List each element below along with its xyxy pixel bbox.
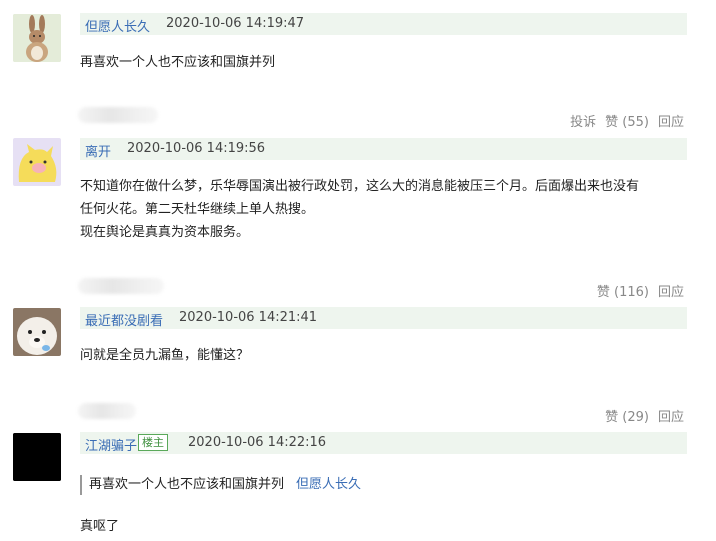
comment-time: 2020-10-06 14:19:56 (127, 141, 266, 156)
avatar[interactable] (13, 138, 61, 186)
username-link[interactable]: 江湖骗子 (85, 435, 137, 454)
blurred-user (78, 403, 136, 419)
comment-header: 但愿人长久 2020-10-06 14:19:47 (80, 13, 687, 35)
comment-text-line: 现在舆论是真真为资本服务。 (80, 225, 250, 240)
like-button[interactable]: 赞 (55) (605, 115, 649, 130)
avatar[interactable] (13, 14, 61, 62)
avatar[interactable] (13, 308, 61, 356)
like-button[interactable]: 赞 (29) (605, 410, 649, 425)
comment-text: 不知道你在做什么梦，乐华辱国演出被行政处罚，这么大的消息能被压三个月。后面爆出来… (80, 175, 690, 244)
comment-text: 问就是全员九漏鱼，能懂这？ (80, 348, 250, 363)
blurred-user (78, 278, 164, 294)
comment-header: 最近都没剧看 2020-10-06 14:21:41 (80, 307, 687, 329)
comment-text-line: 不知道你在做什么梦，乐华辱国演出被行政处罚，这么大的消息能被压三个月。后面爆出来… (80, 179, 640, 194)
username-link[interactable]: 离开 (85, 141, 111, 160)
comment-actions: 投诉赞 (55) 回应 (561, 111, 684, 130)
quote-user-link[interactable]: 但愿人长久 (296, 477, 361, 492)
bunny-avatar-icon (13, 14, 61, 62)
white-dog-avatar-icon (13, 308, 61, 356)
comment-header: 离开 2020-10-06 14:19:56 (80, 138, 687, 160)
op-badge: 楼主 (138, 434, 168, 451)
reply-button[interactable]: 回应 (658, 410, 684, 425)
reply-button[interactable]: 回应 (658, 115, 684, 130)
yellow-cat-avatar-icon (13, 138, 61, 186)
blurred-user (78, 107, 158, 123)
comment-time: 2020-10-06 14:21:41 (179, 310, 318, 325)
comment-time: 2020-10-06 14:22:16 (188, 435, 327, 450)
comment-text: 真呕了 (80, 519, 120, 534)
comment-actions: 赞 (116) 回应 (588, 281, 684, 300)
comment-time: 2020-10-06 14:19:47 (166, 16, 305, 31)
comment-text-line: 任何火花。第二天杜华继续上单人热搜。 (80, 202, 315, 217)
report-button[interactable]: 投诉 (570, 115, 596, 130)
comment-header: 江湖骗子 楼主 2020-10-06 14:22:16 (80, 432, 687, 454)
username-link[interactable]: 但愿人长久 (85, 16, 150, 35)
avatar[interactable] (13, 433, 61, 481)
comment-actions: 赞 (29) 回应 (596, 406, 684, 425)
quote-text: 再喜欢一个人也不应该和国旗并列 (89, 477, 285, 492)
comment-text: 再喜欢一个人也不应该和国旗并列 (80, 55, 276, 70)
quoted-comment: 再喜欢一个人也不应该和国旗并列 但愿人长久 (80, 475, 361, 495)
reply-button[interactable]: 回应 (658, 285, 684, 300)
username-link[interactable]: 最近都没剧看 (85, 310, 163, 329)
like-button[interactable]: 赞 (116) (597, 285, 649, 300)
black-square-avatar-icon (13, 433, 61, 481)
